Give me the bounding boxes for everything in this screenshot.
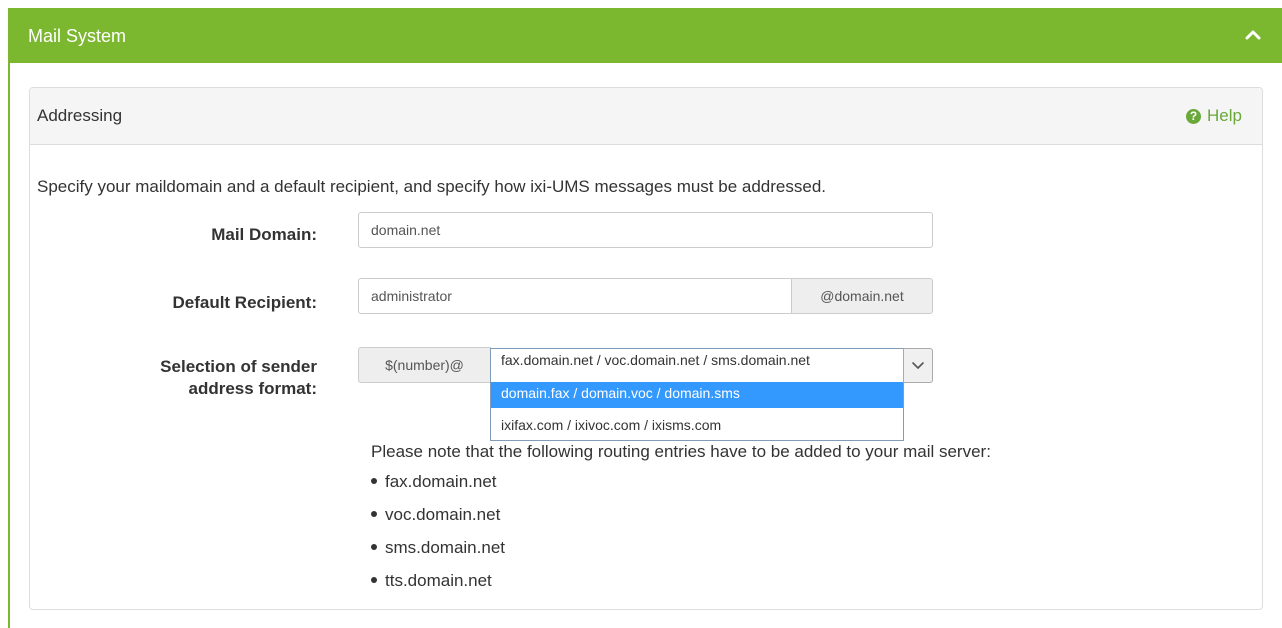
route-entry: fax.domain.net	[385, 472, 497, 491]
recipient-domain-addon: @domain.net	[791, 278, 933, 314]
bullet-icon	[371, 544, 377, 551]
sender-prefix-addon: $(number)@	[358, 347, 491, 383]
addressing-panel: Addressing ? Help Specify your maildomai…	[29, 87, 1263, 610]
route-entry: tts.domain.net	[385, 571, 492, 590]
list-item: tts.domain.net	[371, 570, 505, 603]
list-item: voc.domain.net	[371, 504, 505, 537]
sender-format-label: Selection of sender address format:	[90, 356, 317, 400]
sender-format-option[interactable]: ixifax.com / ixivoc.com / ixisms.com	[491, 414, 903, 440]
section-title: Mail System	[28, 26, 127, 46]
sender-format-label-line1: Selection of sender	[160, 357, 317, 376]
intro-text: Specify your maildomain and a default re…	[37, 177, 826, 196]
bullet-icon	[371, 577, 377, 584]
sender-format-label-line2: address format:	[188, 379, 317, 398]
mail-domain-input[interactable]: domain.net	[358, 212, 933, 248]
routing-list: fax.domain.net voc.domain.net sms.domain…	[371, 471, 505, 603]
bullet-icon	[371, 478, 377, 485]
help-link[interactable]: ? Help	[1186, 105, 1242, 127]
panel-title: Addressing	[37, 106, 123, 125]
section-header[interactable]: Mail System	[8, 8, 1282, 63]
route-entry: sms.domain.net	[385, 538, 505, 557]
help-label: Help	[1207, 106, 1242, 125]
dropdown-toggle[interactable]	[903, 348, 933, 383]
list-item: fax.domain.net	[371, 471, 505, 504]
sender-format-option[interactable]: fax.domain.net / voc.domain.net / sms.do…	[491, 349, 903, 375]
route-entry: voc.domain.net	[385, 505, 501, 524]
bullet-icon	[371, 511, 377, 518]
chevron-down-icon	[912, 362, 924, 369]
routing-note: Please note that the following routing e…	[371, 442, 991, 461]
question-circle-icon: ?	[1186, 108, 1202, 124]
panel-header: Addressing ? Help	[30, 88, 1262, 145]
list-item: sms.domain.net	[371, 537, 505, 570]
mail-domain-label: Mail Domain:	[211, 225, 317, 244]
default-recipient-label: Default Recipient:	[172, 293, 317, 312]
default-recipient-input[interactable]: administrator	[358, 278, 792, 314]
sender-format-dropdown[interactable]: fax.domain.net / voc.domain.net / sms.do…	[490, 348, 904, 441]
sender-format-option-selected[interactable]: domain.fax / domain.voc / domain.sms	[491, 382, 903, 408]
chevron-up-icon[interactable]	[1242, 24, 1264, 46]
